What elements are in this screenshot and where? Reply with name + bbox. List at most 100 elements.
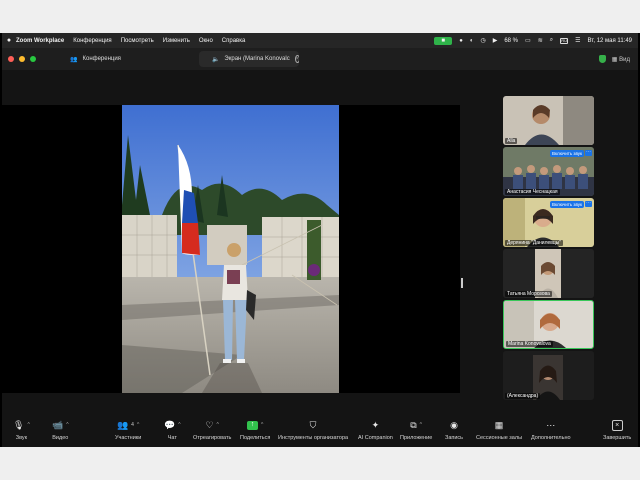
menu-window[interactable]: Окно	[199, 38, 213, 44]
tab-share-label: Экран (Marina Konovalc	[224, 56, 290, 62]
video-tile[interactable]: Включить звук ⋯ Дерянина "Данилевцы"	[503, 198, 594, 247]
tile-name: Дерянина "Данилевцы"	[505, 240, 564, 246]
more-icon: ⋯	[546, 419, 556, 430]
tile-name: Анастасия Чеснацкая	[505, 189, 560, 195]
tile-more-icon[interactable]: ⋯	[585, 150, 592, 156]
sparkle-icon: ✦	[371, 419, 380, 430]
view-label: Вид	[619, 56, 630, 63]
menu-app-name[interactable]: Zoom Workplace	[16, 38, 64, 44]
leave-button[interactable]: × Завершить	[603, 418, 631, 441]
menu-clock[interactable]: Вт, 12 мая 11:49	[587, 38, 632, 44]
monitor-bezel-top	[0, 0, 640, 33]
meeting-toolbar: 🎙 ^ Звук 📹 ^ Видео 👥 4 ^ Участники 💬 ^ Чат ♡ ^…	[2, 415, 638, 447]
video-tile[interactable]: Включить звук ⋯ Анастасия Чеснацкая	[503, 147, 594, 196]
microphone-icon: 🎙	[13, 419, 25, 430]
apple-icon[interactable]: ●	[2, 37, 16, 44]
window-controls	[8, 56, 36, 62]
participants-count: 4	[131, 422, 134, 428]
shield-icon: ⛉	[309, 419, 317, 430]
minimize-window-button[interactable]	[19, 56, 25, 62]
ai-companion-button[interactable]: ✦ AI Companion	[358, 418, 393, 442]
apps-label: Приложение	[400, 435, 433, 441]
audio-label: Звук	[15, 435, 28, 441]
chevron-up-icon[interactable]: ^	[217, 422, 219, 428]
host-tools-label: Инструменты организатора	[278, 435, 349, 441]
close-tab-icon[interactable]: ×	[294, 55, 299, 63]
participants-button[interactable]: 👥 4 ^ Участники	[115, 418, 142, 442]
share-screen-icon: ↑	[247, 420, 258, 430]
apps-button[interactable]: ⧉ ^ Приложение	[400, 418, 433, 442]
menu-edit[interactable]: Изменить	[163, 38, 190, 44]
chevron-up-icon[interactable]: ^	[420, 422, 422, 428]
battery-text[interactable]: 68 %	[504, 38, 518, 44]
play-icon[interactable]: ▶	[493, 37, 498, 44]
chat-icon: 💬	[164, 419, 176, 430]
view-grid-icon: ▦	[611, 56, 618, 63]
tile-name: Marina Konovalova	[506, 341, 553, 347]
clock-menu-icon[interactable]: ◷	[480, 37, 485, 44]
chevron-up-icon[interactable]: ^	[261, 422, 263, 428]
menu-help[interactable]: Справка	[222, 38, 246, 44]
keyboard-layout-icon[interactable]: RU	[560, 37, 569, 44]
tile-name: Татьяна Морозова	[505, 291, 552, 297]
share-label: Поделиться	[240, 435, 271, 441]
view-menu[interactable]: ▦ Вид	[612, 56, 630, 63]
chat-label: Чат	[167, 435, 177, 441]
heart-icon: ♡	[205, 419, 214, 430]
more-button[interactable]: ⋯ Дополнительно	[531, 418, 571, 442]
share-button[interactable]: ↑ ^ Поделиться	[240, 418, 270, 441]
tile-more-icon[interactable]: ⋯	[585, 201, 592, 207]
battery-icon[interactable]: ▭	[525, 37, 531, 44]
apps-icon: ⧉	[410, 419, 417, 430]
chevron-up-icon[interactable]: ^	[66, 422, 68, 428]
shared-photo	[122, 105, 339, 393]
breakout-rooms-button[interactable]: ▦ Сессионные залы	[476, 418, 522, 442]
unmute-button[interactable]: Включить звук	[549, 150, 584, 157]
zoom-screen: ● Zoom Workplace Конференция Посмотреть …	[2, 33, 638, 447]
leave-label: Завершить	[603, 435, 632, 441]
speaker-icon: 🔈	[211, 56, 220, 63]
search-icon[interactable]: ⌕	[550, 37, 553, 44]
video-tile[interactable]: (Александра)	[503, 351, 594, 400]
tab-screen-share[interactable]: 🔈 Экран (Marina Konovalc ×	[198, 51, 299, 67]
camera-in-use-icon[interactable]: ■	[434, 36, 453, 45]
ai-label: AI Companion	[358, 435, 393, 441]
zoom-window-button[interactable]	[30, 56, 36, 62]
shared-screen	[2, 105, 460, 393]
encryption-shield-icon[interactable]	[598, 55, 606, 63]
leave-icon: ×	[611, 419, 623, 431]
menu-view[interactable]: Посмотреть	[121, 38, 154, 44]
participants-label: Участники	[115, 435, 142, 441]
chevron-up-icon[interactable]: ^	[178, 422, 180, 428]
unmute-button[interactable]: Включить звук	[549, 201, 584, 208]
video-label: Видео	[52, 435, 69, 441]
participants-icon: 👥	[116, 419, 129, 430]
react-button[interactable]: ♡ ^ Отреагировать	[193, 418, 231, 442]
tab-meeting-label: Конференция	[82, 56, 121, 62]
chat-button[interactable]: 💬 ^ Чат	[164, 418, 181, 442]
tile-name: (Александра)	[505, 393, 541, 399]
zoom-titlebar: 👥 Конференция 🔈 Экран (Marina Konovalc ×…	[2, 48, 638, 70]
zoom-status-icon[interactable]: ●	[459, 38, 463, 44]
close-window-button[interactable]	[8, 56, 14, 62]
control-icon[interactable]: ◐	[470, 38, 474, 44]
panel-resize-handle[interactable]	[461, 278, 463, 288]
people-icon: 👥	[70, 56, 78, 63]
record-button[interactable]: ◉ Запись	[445, 418, 463, 442]
wifi-icon[interactable]: ≋	[538, 37, 543, 44]
video-tile[interactable]: Alla	[503, 96, 594, 145]
macos-menubar: ● Zoom Workplace Конференция Посмотреть …	[2, 33, 638, 48]
host-tools-button[interactable]: ⛉ Инструменты организатора	[278, 418, 349, 442]
tab-meeting[interactable]: 👥 Конференция	[62, 51, 129, 67]
chevron-up-icon[interactable]: ^	[27, 422, 29, 428]
video-tile-active-speaker[interactable]: Marina Konovalova	[503, 300, 594, 349]
audio-button[interactable]: 🎙 ^ Звук	[13, 418, 30, 442]
video-button[interactable]: 📹 ^ Видео	[52, 418, 69, 442]
more-label: Дополнительно	[531, 435, 571, 441]
menu-conference[interactable]: Конференция	[73, 38, 111, 44]
record-icon: ◉	[450, 419, 458, 430]
control-center-icon[interactable]: ☰	[575, 37, 580, 44]
video-camera-icon: 📹	[52, 419, 64, 430]
video-tile[interactable]: Татьяна Морозова	[503, 249, 594, 298]
chevron-up-icon[interactable]: ^	[137, 422, 139, 428]
